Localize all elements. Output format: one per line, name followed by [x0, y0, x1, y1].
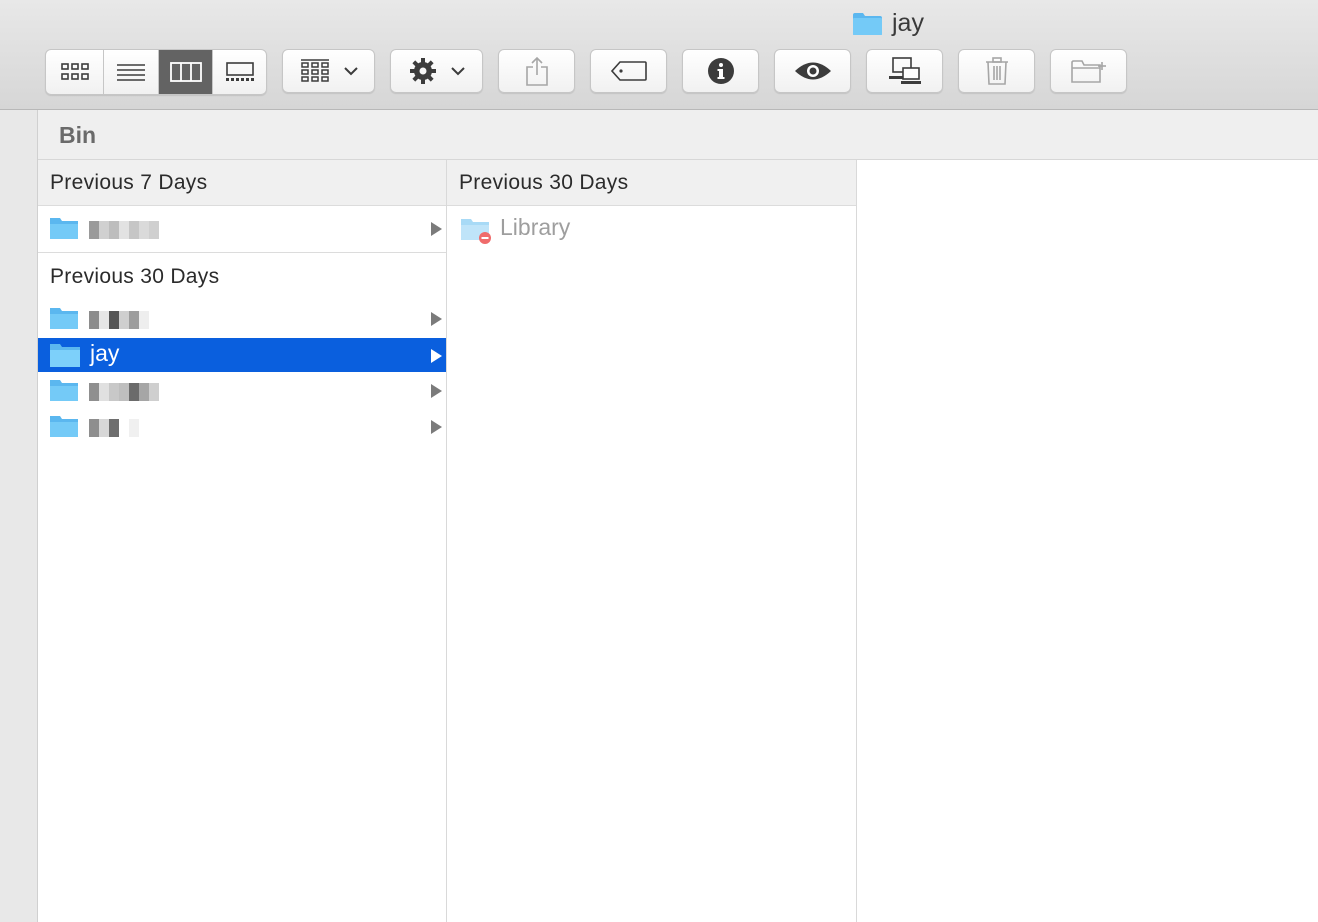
group-by-button[interactable] — [282, 49, 375, 93]
section-label-previous-30-days: Previous 30 Days — [50, 265, 220, 288]
new-folder-icon — [1070, 60, 1106, 83]
eye-icon — [794, 62, 831, 80]
browser-column-2[interactable]: Previous 30 Days Library — [447, 160, 857, 922]
quick-look-button[interactable] — [774, 49, 851, 93]
section-header-text: Previous 7 Days — [50, 171, 208, 194]
action-button[interactable] — [390, 49, 483, 93]
redacted-name — [89, 383, 159, 401]
redacted-name — [89, 419, 139, 437]
gallery-view-button[interactable] — [213, 50, 266, 94]
disclosure-arrow-icon — [431, 349, 442, 363]
list-item-library[interactable]: Library — [447, 212, 856, 246]
redacted-name — [89, 221, 159, 239]
list-view-button[interactable] — [104, 50, 159, 94]
list-item-label: jay — [90, 340, 120, 366]
list-item-label: Library — [500, 214, 571, 240]
list-item[interactable] — [38, 211, 446, 245]
column-view-button[interactable] — [159, 50, 213, 94]
toolbar: jay — [0, 0, 1318, 110]
gallery-icon — [225, 62, 254, 81]
sidebar — [0, 110, 38, 922]
connect-button[interactable] — [866, 49, 943, 93]
chevron-down-icon — [343, 66, 358, 75]
section-header-text: Previous 30 Days — [459, 171, 629, 194]
get-info-button[interactable] — [682, 49, 759, 93]
list-item[interactable] — [38, 301, 446, 335]
chevron-down-icon — [450, 66, 465, 75]
network-icon — [888, 57, 921, 84]
restricted-folder-icon — [461, 219, 491, 244]
folder-icon — [50, 416, 78, 437]
move-to-trash-button[interactable] — [958, 49, 1035, 93]
disclosure-arrow-icon — [431, 312, 442, 326]
group-grid-icon — [300, 59, 329, 82]
folder-icon — [853, 12, 882, 35]
window-title: jay — [852, 8, 924, 38]
disclosure-arrow-icon — [431, 384, 442, 398]
section-header-previous-7-days: Previous 7 Days — [38, 160, 446, 206]
info-icon — [707, 58, 734, 84]
browser-column-1[interactable]: Previous 7 Days Previous 30 Days jay — [38, 160, 447, 922]
folder-icon — [50, 380, 78, 401]
grid-icon — [60, 63, 89, 80]
share-button[interactable] — [498, 49, 575, 93]
tag-icon — [610, 61, 647, 81]
path-bar: Bin — [38, 110, 1318, 160]
gear-icon — [409, 58, 436, 84]
folder-icon — [50, 344, 80, 367]
list-item[interactable] — [38, 409, 446, 443]
disclosure-arrow-icon — [431, 420, 442, 434]
share-icon — [525, 56, 548, 86]
folder-icon — [50, 308, 78, 329]
list-item[interactable] — [38, 373, 446, 407]
columns-icon — [169, 62, 202, 82]
list-item-jay[interactable]: jay — [38, 338, 446, 372]
new-folder-button[interactable] — [1050, 49, 1127, 93]
trash-icon — [985, 57, 1008, 85]
path-bar-label: Bin — [59, 122, 97, 148]
disclosure-arrow-icon — [431, 222, 442, 236]
list-icon — [117, 64, 145, 81]
section-divider — [38, 252, 446, 253]
tags-button[interactable] — [590, 49, 667, 93]
icon-view-button[interactable] — [46, 50, 104, 94]
view-mode-control — [45, 49, 267, 95]
window-title-text: jay — [892, 9, 924, 37]
redacted-name — [89, 311, 149, 329]
section-header-previous-30-days: Previous 30 Days — [447, 160, 856, 206]
folder-icon — [50, 218, 78, 239]
